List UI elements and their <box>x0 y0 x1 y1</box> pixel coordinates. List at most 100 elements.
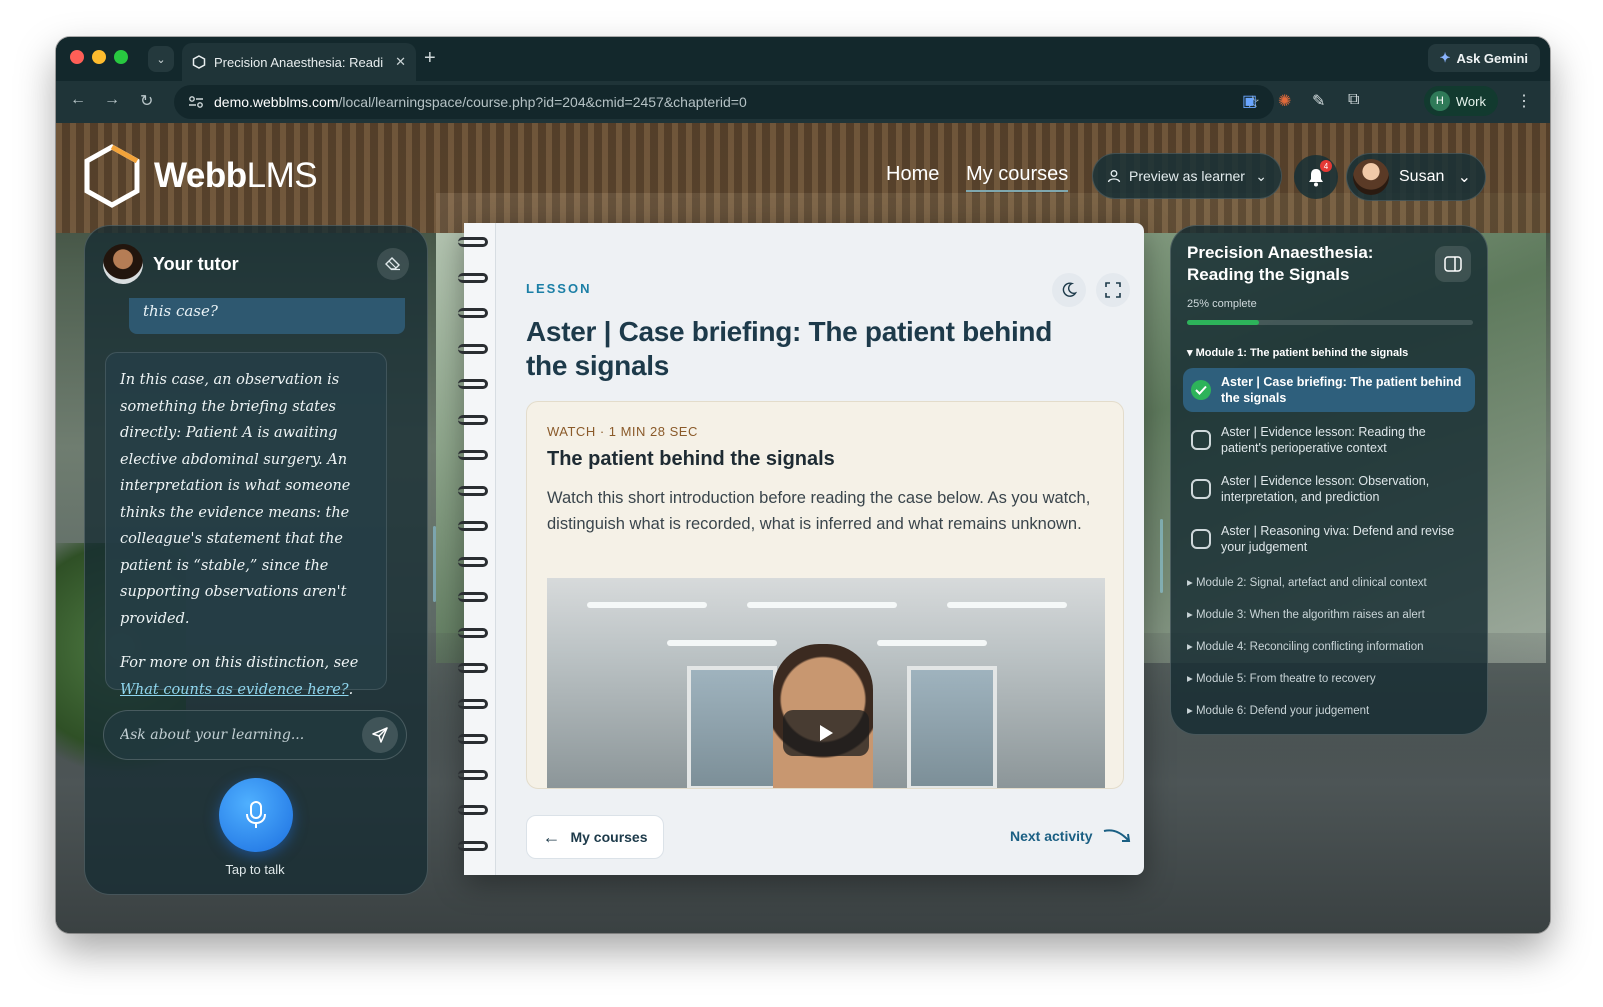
ceiling-light <box>877 640 987 646</box>
activity-item[interactable]: Aster | Evidence lesson: Observation, in… <box>1183 467 1475 511</box>
spiral-ring <box>458 521 488 531</box>
module-header[interactable]: ▸ Module 4: Reconciling conflicting info… <box>1187 639 1424 653</box>
tutor-avatar <box>103 244 143 284</box>
activity-item[interactable]: Aster | Reasoning viva: Defend and revis… <box>1183 517 1475 561</box>
voice-button[interactable] <box>219 778 293 852</box>
ask-input-box <box>103 710 407 760</box>
ask-input[interactable] <box>120 727 362 743</box>
next-activity-button[interactable]: Next activity <box>1010 827 1132 845</box>
extension-calendar-icon[interactable]: ▣ <box>1242 91 1257 111</box>
spiral-ring <box>458 627 488 638</box>
notification-badge: 4 <box>1320 160 1332 172</box>
nav-home[interactable]: Home <box>886 163 939 186</box>
browser-menu-icon[interactable]: ⋮ <box>1516 91 1532 111</box>
person-icon <box>1107 170 1121 183</box>
spiral-ring <box>458 556 488 567</box>
brand-logo[interactable]: WebbLMS <box>82 143 318 209</box>
spiral-ring <box>458 343 488 354</box>
send-icon <box>372 727 388 743</box>
tab-search-chevron-icon[interactable]: ⌄ <box>148 46 174 72</box>
browser-window: ⌄ Precision Anaesthesia: Readi ✕ + ✦ Ask… <box>56 37 1550 933</box>
minimize-window-button[interactable] <box>92 50 106 64</box>
profile-avatar: H <box>1429 91 1450 111</box>
video-title: The patient behind the signals <box>547 448 835 470</box>
course-outline-panel: Precision Anaesthesia: Reading the Signa… <box>1170 225 1488 735</box>
close-window-button[interactable] <box>70 50 84 64</box>
activity-label: Aster | Case briefing: The patient behin… <box>1221 375 1462 405</box>
fullscreen-button[interactable] <box>1096 273 1130 307</box>
evidence-link[interactable]: What counts as evidence here? <box>120 682 349 698</box>
fullscreen-icon <box>1105 282 1121 298</box>
browser-tab[interactable]: Precision Anaesthesia: Readi ✕ <box>182 43 416 81</box>
close-tab-icon[interactable]: ✕ <box>395 54 406 70</box>
activity-label: Aster | Evidence lesson: Observation, in… <box>1221 474 1430 504</box>
video-card: WATCH · 1 MIN 28 SEC The patient behind … <box>526 401 1124 789</box>
module-header[interactable]: ▸ Module 5: From theatre to recovery <box>1187 671 1376 685</box>
tutor-answer-text: In this case, an observation is somethin… <box>120 372 351 627</box>
progress-text: 25% complete <box>1187 298 1257 310</box>
spiral-ring <box>458 414 488 425</box>
spiral-ring <box>458 805 488 815</box>
extensions-puzzle-icon[interactable]: ⧉ <box>1348 91 1359 109</box>
module-header[interactable]: ▸ Module 3: When the algorithm raises an… <box>1187 607 1425 621</box>
address-bar[interactable]: demo.webblms.com/local/learningspace/cou… <box>174 85 1274 119</box>
ask-gemini-button[interactable]: ✦ Ask Gemini <box>1427 44 1540 72</box>
maximize-window-button[interactable] <box>114 50 128 64</box>
tutor-reference: For more on this distinction, see What c… <box>120 655 359 698</box>
video-player[interactable] <box>547 578 1105 788</box>
spiral-ring <box>458 663 488 673</box>
play-icon <box>820 725 833 741</box>
preview-as-learner-dropdown[interactable]: Preview as learner ⌄ <box>1092 153 1282 199</box>
extension-eyedropper-icon[interactable]: ✎ <box>1312 91 1325 111</box>
ceiling-light <box>747 602 897 608</box>
nav-my-courses[interactable]: My courses <box>966 163 1069 192</box>
new-tab-button[interactable]: + <box>424 47 436 70</box>
chevron-down-icon: ⌄ <box>1457 169 1471 186</box>
lesson-scrollbar[interactable] <box>1160 519 1163 593</box>
user-menu[interactable]: Susan ⌄ <box>1346 153 1486 201</box>
check-complete-icon <box>1191 380 1211 400</box>
moon-icon <box>1062 282 1077 297</box>
reload-icon[interactable]: ↻ <box>140 91 153 111</box>
module-header[interactable]: ▸ Module 6: Defend your judgement <box>1187 703 1369 717</box>
spiral-ring <box>458 450 488 460</box>
checkbox-icon <box>1191 529 1211 549</box>
module-1-header[interactable]: ▾ Module 1: The patient behind the signa… <box>1187 346 1408 359</box>
notifications-button[interactable]: 4 <box>1294 155 1338 199</box>
page-viewport: WebbLMS Home My courses Preview as learn… <box>56 123 1550 933</box>
ceiling-light <box>587 602 707 608</box>
spiral-ring <box>458 698 488 709</box>
tutor-title: Your tutor <box>153 253 239 274</box>
tutor-header: Your tutor <box>103 244 239 284</box>
toggle-panel-button[interactable] <box>1435 246 1471 282</box>
activity-item[interactable]: Aster | Evidence lesson: Reading the pat… <box>1183 418 1475 462</box>
send-button[interactable] <box>362 717 398 753</box>
spiral-ring <box>458 734 488 744</box>
spiral-ring <box>458 272 488 283</box>
module-header[interactable]: ▸ Module 2: Signal, artefact and clinica… <box>1187 575 1427 589</box>
tutor-panel: Your tutor this case? In this case, an o… <box>84 225 436 895</box>
forward-arrow-icon[interactable]: → <box>104 91 120 109</box>
extension-sunburst-icon[interactable]: ✺ <box>1278 91 1291 111</box>
site-settings-icon <box>189 96 203 108</box>
profile-label: Work <box>1455 93 1486 109</box>
user-question-bubble: this case? <box>129 298 405 334</box>
activity-label: Aster | Reasoning viva: Defend and revis… <box>1221 524 1455 554</box>
tap-to-talk-label: Tap to talk <box>225 862 285 877</box>
brand-name: WebbLMS <box>154 156 318 195</box>
back-arrow-icon[interactable]: ← <box>70 91 86 109</box>
sidebar-toggle-icon <box>1444 256 1462 272</box>
activity-item[interactable]: Aster | Case briefing: The patient behin… <box>1183 368 1475 412</box>
hexagon-favicon-icon <box>192 55 206 69</box>
lesson-notebook: LESSON Aster | Case briefing: The patien… <box>458 223 1144 875</box>
play-button[interactable] <box>783 710 869 756</box>
dark-mode-button[interactable] <box>1052 273 1086 307</box>
spiral-ring <box>458 237 488 247</box>
back-to-my-courses-button[interactable]: ← My courses <box>526 815 664 859</box>
ceiling-light <box>947 602 1067 608</box>
clear-chat-button[interactable] <box>377 248 409 280</box>
hexagon-logo-icon <box>84 144 140 208</box>
profile-button[interactable]: H Work <box>1423 86 1498 116</box>
tab-bar: ⌄ Precision Anaesthesia: Readi ✕ + ✦ Ask… <box>56 37 1550 81</box>
tutor-scrollbar[interactable] <box>433 526 436 602</box>
